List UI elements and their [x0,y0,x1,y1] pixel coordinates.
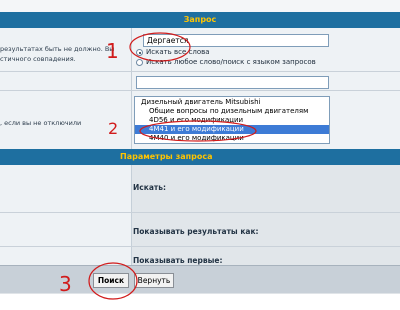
annotation-circle-forum [139,120,257,142]
annotation-layer: 1 2 3 [59,32,257,300]
annotation-number-2: 2 [108,119,118,138]
annotation-number-1: 1 [106,39,119,63]
annotation-circle-search-button [88,262,138,300]
annotation-number-3: 3 [59,272,72,296]
annotation-circle-keyword [129,32,191,62]
